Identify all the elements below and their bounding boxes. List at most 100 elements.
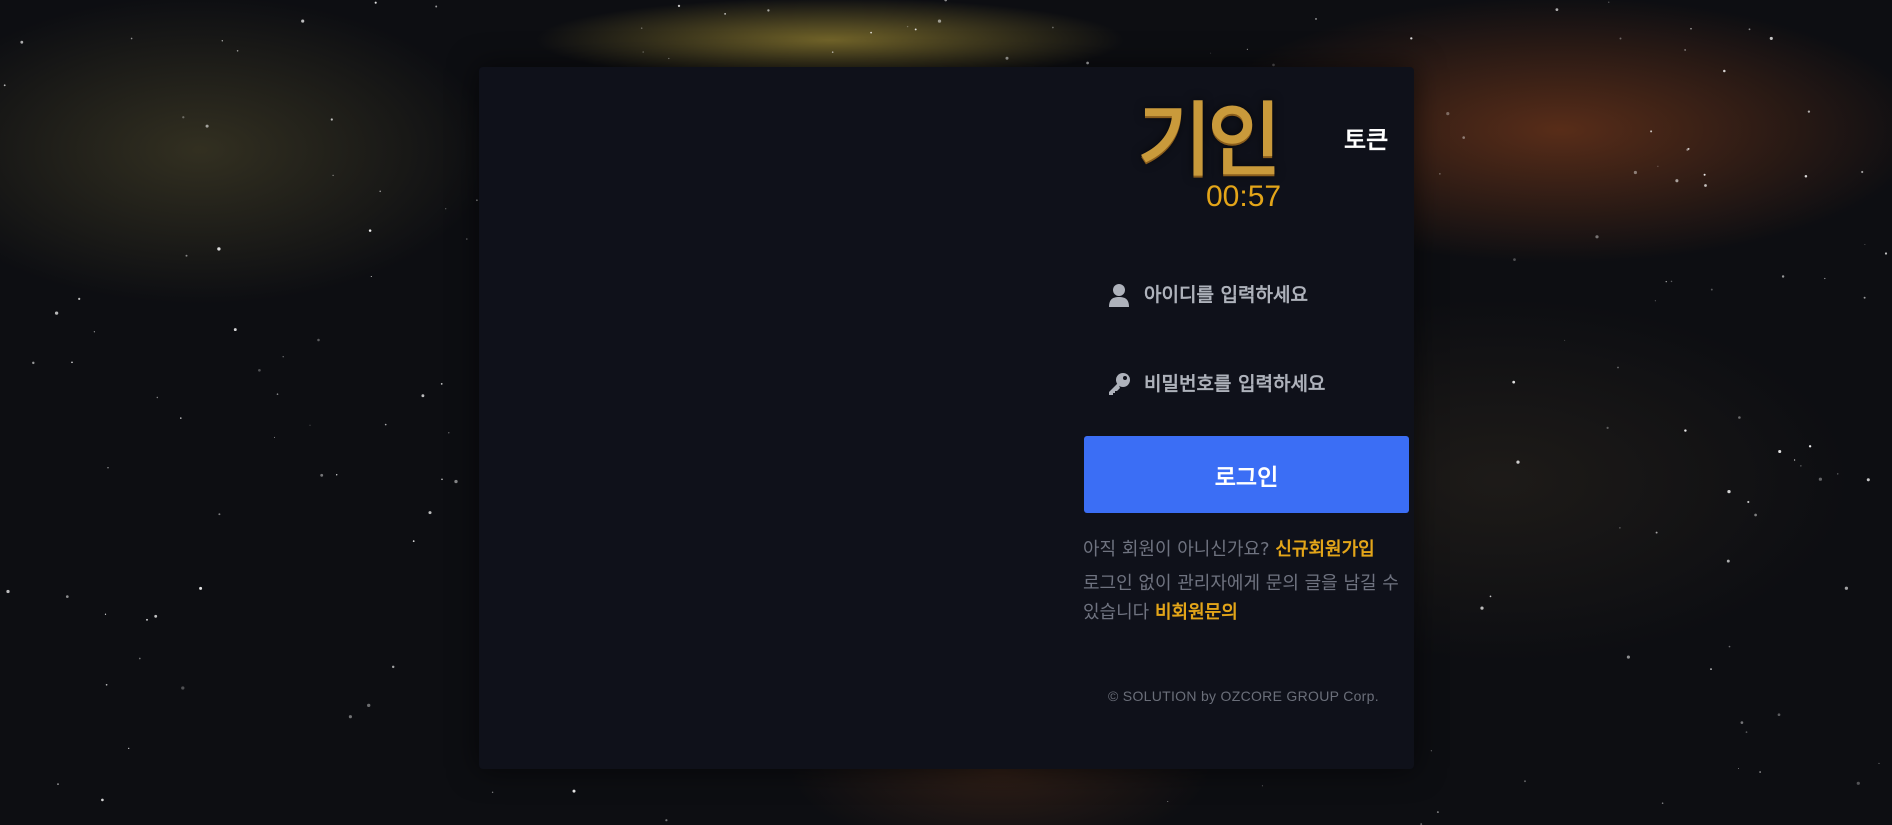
star — [107, 467, 109, 469]
star — [1884, 252, 1888, 255]
star — [665, 819, 668, 822]
star — [6, 589, 10, 594]
star — [937, 19, 942, 23]
signup-prompt: 아직 회원이 아니신가요? — [1083, 539, 1270, 560]
star — [1824, 277, 1826, 280]
password-field[interactable] — [1084, 354, 1409, 414]
star — [104, 613, 107, 615]
login-button[interactable]: 로그인 — [1084, 436, 1409, 513]
star — [128, 747, 130, 750]
star — [1555, 8, 1559, 12]
star — [1261, 785, 1263, 787]
star — [1684, 429, 1687, 432]
star — [1489, 595, 1492, 598]
star — [1778, 449, 1782, 454]
star — [1727, 489, 1731, 494]
star — [1626, 655, 1630, 659]
star — [1619, 527, 1621, 529]
star — [1595, 235, 1599, 239]
star — [258, 368, 261, 372]
star — [181, 686, 185, 690]
star — [1619, 37, 1622, 40]
star — [491, 791, 494, 793]
star — [1804, 175, 1808, 178]
star — [1661, 802, 1664, 804]
star — [1704, 184, 1707, 187]
password-input[interactable] — [1144, 373, 1404, 395]
star — [1684, 49, 1686, 51]
star — [767, 9, 770, 12]
star — [1052, 26, 1054, 29]
id-input[interactable] — [1144, 284, 1404, 306]
star — [1777, 713, 1781, 717]
star — [384, 423, 387, 426]
star — [1167, 800, 1169, 802]
star — [1807, 110, 1811, 113]
star — [1654, 300, 1656, 302]
star — [640, 27, 643, 29]
star — [642, 51, 644, 53]
star — [1564, 339, 1566, 341]
star — [273, 436, 276, 438]
star — [1436, 811, 1439, 814]
star — [1606, 426, 1609, 429]
star — [1726, 559, 1730, 563]
star — [1246, 48, 1249, 51]
star — [1745, 731, 1748, 733]
star — [1462, 136, 1465, 139]
star — [1844, 586, 1849, 590]
star — [1710, 288, 1713, 291]
token-button[interactable]: 토큰 — [1344, 120, 1388, 155]
star — [1608, 1, 1610, 3]
site-logo: 기인 — [1138, 94, 1281, 187]
star — [1740, 721, 1744, 724]
star — [1728, 645, 1731, 648]
signup-link[interactable]: 신규회원가입 — [1275, 539, 1374, 560]
star — [309, 424, 311, 426]
star — [1703, 173, 1706, 176]
star — [1272, 63, 1275, 67]
star — [78, 297, 81, 300]
star — [32, 361, 35, 365]
star — [236, 50, 239, 52]
star — [1512, 380, 1516, 384]
star — [1818, 477, 1823, 481]
star — [677, 4, 681, 8]
star — [1633, 170, 1637, 175]
star — [1650, 130, 1653, 133]
star — [156, 396, 159, 399]
star — [368, 229, 372, 232]
star — [3, 84, 6, 87]
star — [1687, 147, 1690, 150]
star — [348, 715, 352, 719]
star — [54, 311, 59, 315]
star — [180, 417, 182, 419]
star — [320, 473, 324, 477]
star — [914, 28, 917, 31]
star — [1430, 750, 1432, 752]
star — [20, 40, 24, 44]
star — [1781, 275, 1785, 278]
star — [441, 478, 443, 481]
star — [421, 394, 425, 398]
star — [724, 13, 726, 15]
id-field[interactable] — [1084, 265, 1409, 325]
star — [105, 683, 108, 686]
star — [205, 124, 209, 128]
star — [1513, 258, 1516, 261]
star — [379, 190, 381, 193]
star — [370, 275, 372, 278]
guest-inquiry-link[interactable]: 비회원문의 — [1155, 602, 1238, 623]
star — [1675, 179, 1679, 183]
star — [101, 798, 104, 802]
star — [435, 5, 438, 8]
star — [1861, 170, 1864, 174]
star — [146, 618, 148, 621]
star — [1710, 668, 1712, 670]
star — [221, 40, 223, 42]
star — [233, 328, 237, 332]
star — [1856, 781, 1860, 785]
star — [831, 51, 834, 53]
star — [1670, 280, 1673, 283]
star — [1793, 459, 1796, 461]
